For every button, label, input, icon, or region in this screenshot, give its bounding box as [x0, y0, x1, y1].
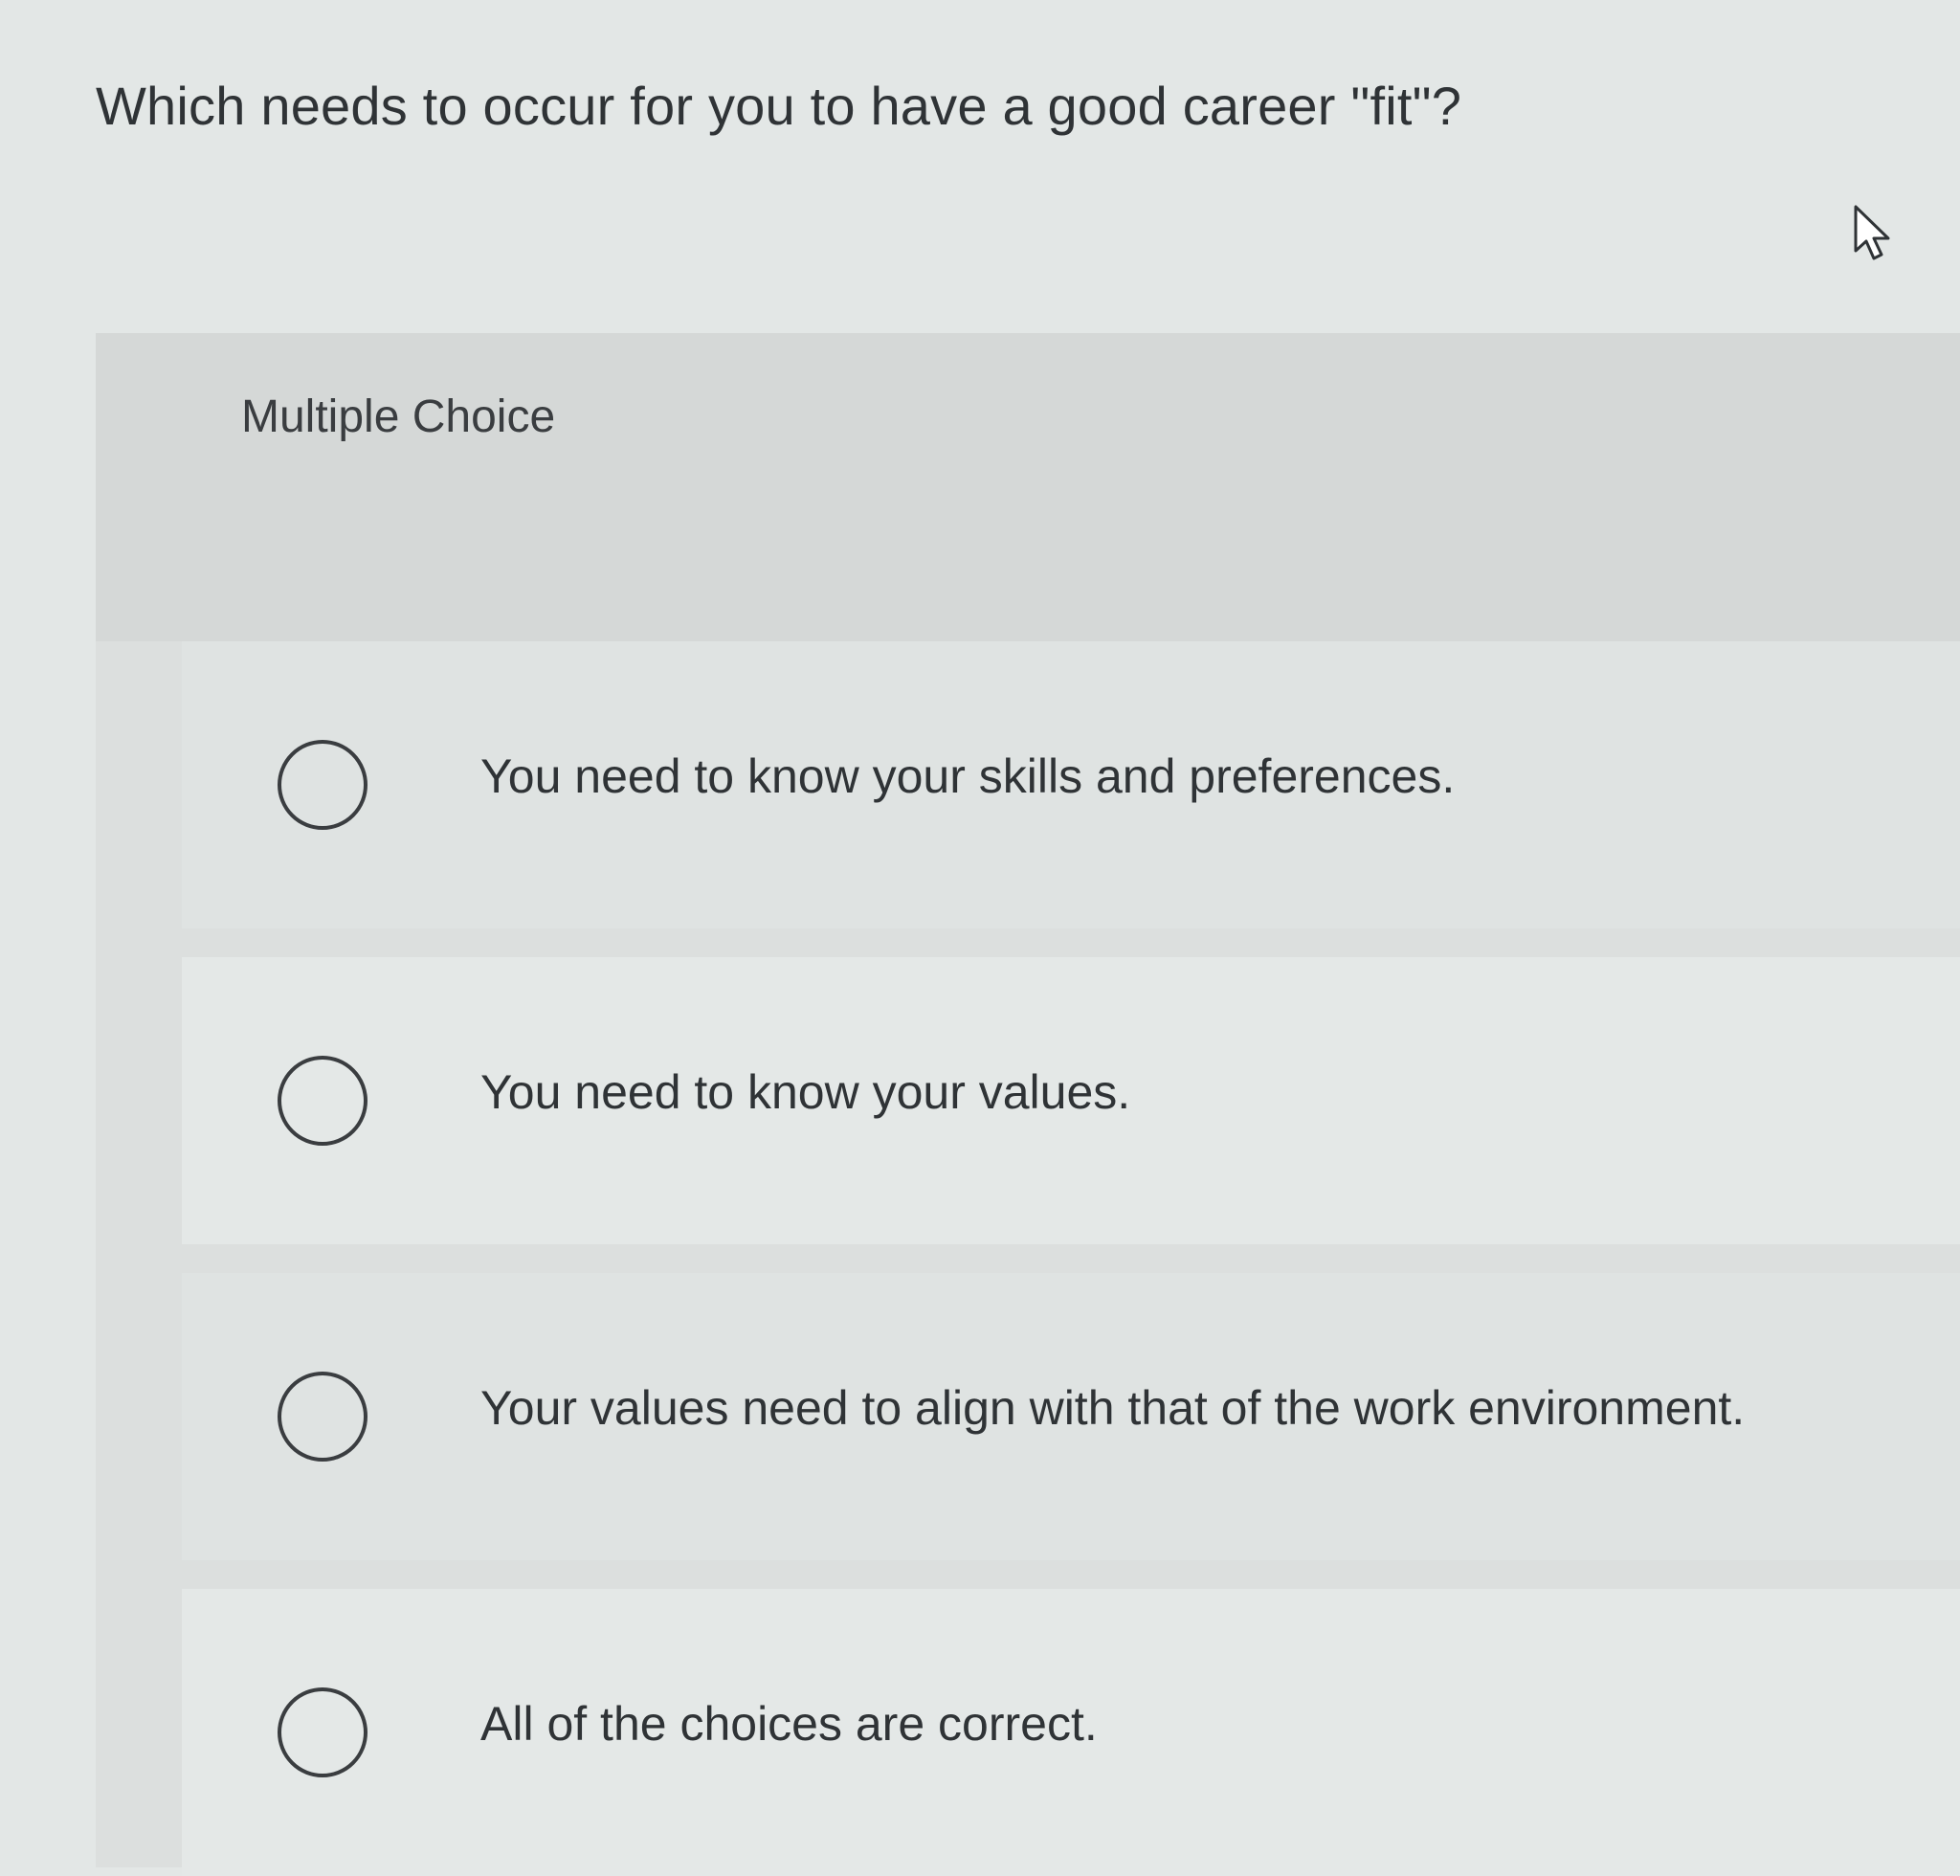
radio-unselected-icon[interactable]	[278, 1372, 368, 1462]
multiple-choice-header: Multiple Choice	[96, 333, 1960, 641]
radio-unselected-icon[interactable]	[278, 740, 368, 830]
radio-unselected-icon[interactable]	[278, 1056, 368, 1146]
answer-option-4[interactable]: All of the choices are correct.	[182, 1589, 1960, 1876]
answer-option-1[interactable]: You need to know your skills and prefere…	[182, 641, 1960, 928]
mouse-pointer-icon	[1854, 205, 1890, 260]
question-type-label: Multiple Choice	[241, 391, 556, 442]
answer-option-label: All of the choices are correct.	[480, 1697, 1098, 1751]
answer-option-label: You need to know your skills and prefere…	[480, 749, 1456, 803]
answer-option-2[interactable]: You need to know your values.	[182, 957, 1960, 1244]
answer-option-3[interactable]: Your values need to align with that of t…	[182, 1273, 1960, 1560]
question-text: Which needs to occur for you to have a g…	[96, 76, 1462, 136]
multiple-choice-panel: Multiple Choice You need to know your sk…	[96, 333, 1960, 1876]
answer-option-label: You need to know your values.	[480, 1065, 1131, 1119]
answer-option-label: Your values need to align with that of t…	[480, 1381, 1746, 1435]
radio-unselected-icon[interactable]	[278, 1687, 368, 1777]
